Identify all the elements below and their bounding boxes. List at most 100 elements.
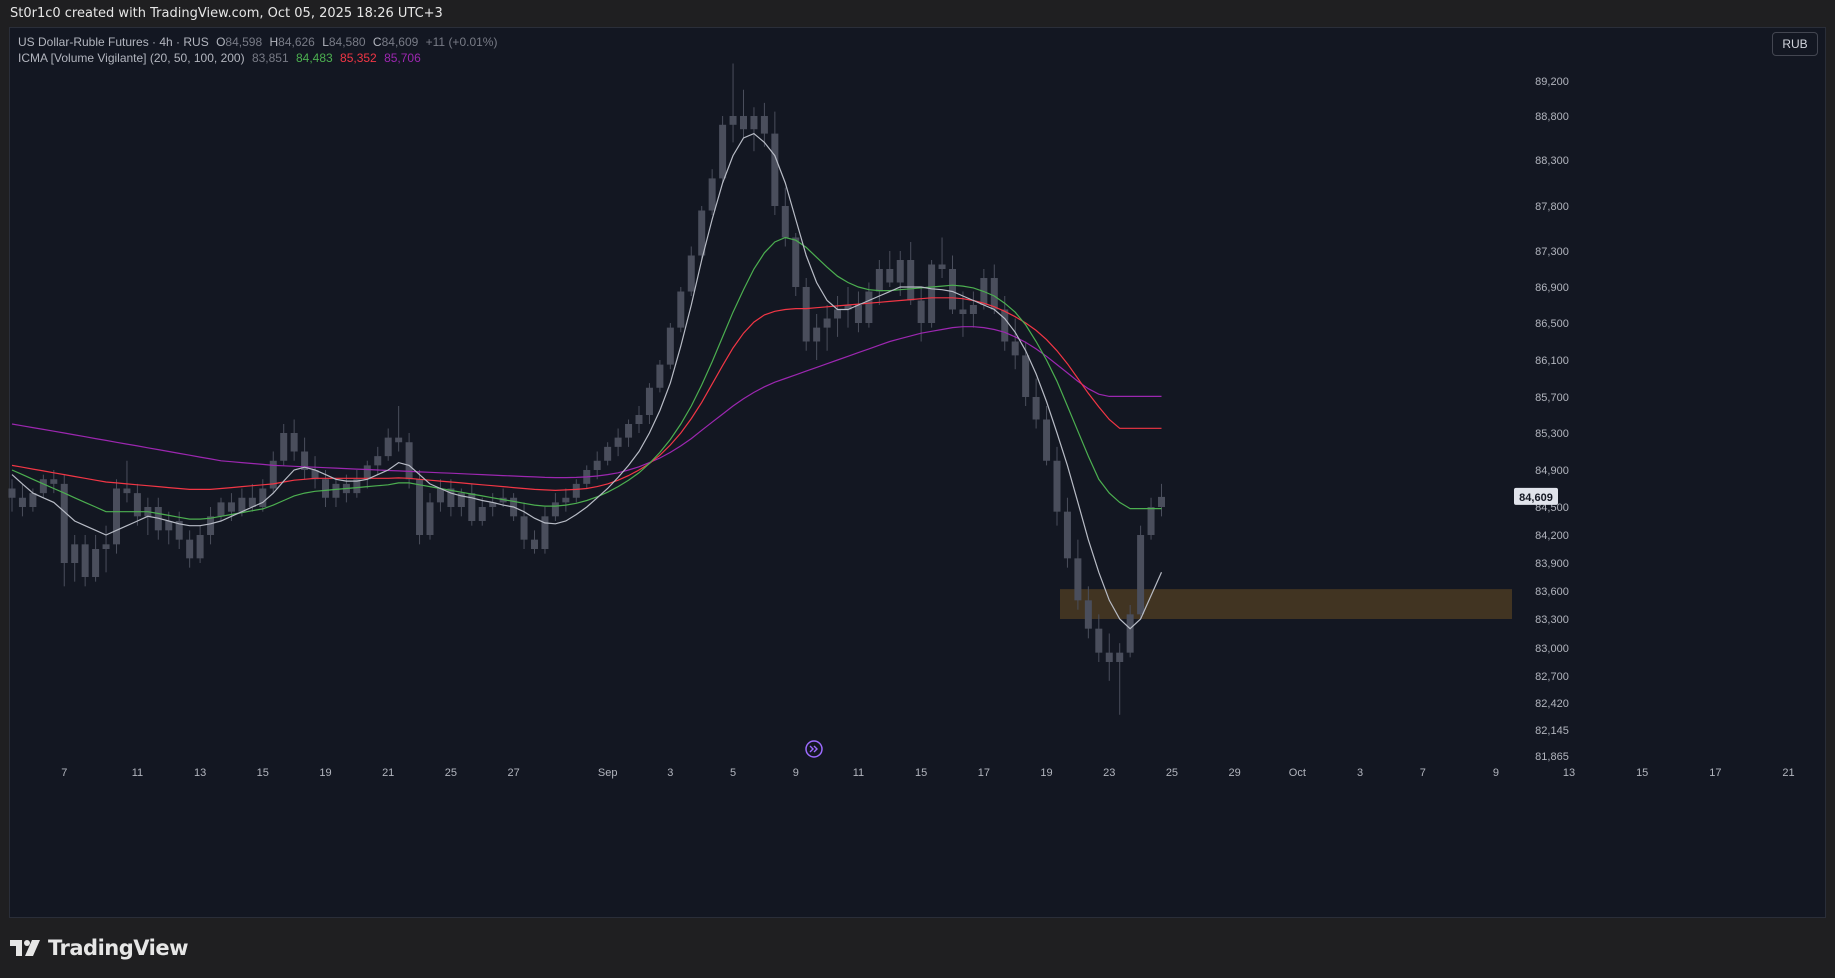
candle-body — [374, 456, 382, 466]
candle-body — [875, 269, 883, 292]
y-tick-label: 84,900 — [1535, 465, 1569, 477]
high-label: H — [269, 35, 279, 49]
x-tick-label: 9 — [793, 767, 799, 779]
y-tick-label: 82,145 — [1535, 725, 1569, 737]
candle-body — [677, 291, 685, 328]
tradingview-logo-icon — [10, 940, 40, 956]
candle-body — [740, 116, 747, 130]
candle-body — [1158, 496, 1165, 507]
candle-body — [395, 437, 403, 443]
candle-body — [1063, 511, 1071, 559]
candle-body — [322, 479, 329, 498]
candle-body — [1001, 309, 1009, 342]
x-tick-label: 29 — [1229, 767, 1241, 779]
x-tick-label: 7 — [61, 767, 67, 779]
scroll-to-realtime-icon[interactable] — [805, 740, 823, 758]
candle-body — [802, 287, 810, 342]
candle-body — [760, 116, 768, 134]
candle-body — [719, 124, 727, 179]
candle-body — [635, 415, 643, 424]
candle-body — [426, 502, 434, 535]
candle-body — [1084, 600, 1092, 629]
close-label: C — [372, 35, 382, 49]
candle-body — [520, 516, 528, 540]
y-tick-label: 88,300 — [1535, 155, 1569, 167]
y-tick-label: 82,700 — [1535, 671, 1569, 683]
candle-body — [165, 521, 173, 531]
tradingview-brand: TradingView — [48, 936, 188, 960]
candle-body — [614, 437, 622, 447]
y-tick-label: 82,420 — [1535, 698, 1569, 710]
y-tick-label: 83,900 — [1535, 558, 1569, 570]
candle-body — [280, 433, 288, 461]
candle-body — [290, 433, 298, 452]
low-label: L — [322, 35, 329, 49]
y-tick-label: 88,800 — [1535, 111, 1569, 123]
candle-body — [238, 497, 246, 512]
y-tick-label: 85,300 — [1535, 428, 1569, 440]
candle-body — [938, 264, 946, 269]
candle-body — [666, 327, 674, 365]
candle-body — [959, 309, 967, 314]
candle-body — [113, 488, 120, 545]
candle-body — [1022, 355, 1030, 397]
x-tick-label: 5 — [730, 767, 736, 779]
candle-body — [1126, 614, 1134, 653]
candle-body — [71, 544, 79, 563]
candle-body — [990, 278, 998, 310]
y-tick-label: 87,800 — [1535, 201, 1569, 213]
candle-body — [928, 264, 936, 323]
candle-body — [1011, 341, 1019, 356]
y-tick-label: 86,900 — [1535, 282, 1569, 294]
candle-body — [645, 387, 653, 415]
candle-body — [60, 483, 68, 563]
candle-body — [969, 305, 977, 314]
currency-button[interactable]: RUB — [1772, 32, 1818, 56]
y-tick-label: 83,300 — [1535, 614, 1569, 626]
x-tick-label: 23 — [1103, 767, 1115, 779]
ma100-line — [11, 297, 1162, 492]
candle-body — [750, 116, 758, 130]
symbol-title: US Dollar-Ruble Futures · 4h · RUS — [18, 35, 209, 49]
y-tick-label: 89,200 — [1535, 76, 1569, 88]
ma20-value: 83,851 — [251, 51, 289, 65]
candle-body — [217, 502, 225, 517]
y-tick-label: 83,600 — [1535, 586, 1569, 598]
candle-body — [81, 544, 89, 577]
candle-body — [384, 437, 392, 457]
candle-body — [781, 206, 789, 238]
x-tick-label: 3 — [667, 767, 673, 779]
candle-body — [1043, 419, 1051, 461]
x-tick-label: 15 — [257, 767, 269, 779]
candlestick-chart[interactable]: 89,200 88,800 88,300 87,800 87,300 86,900 86,5… — [0, 0, 1835, 978]
candle-body — [1053, 460, 1061, 512]
candle-body — [1116, 652, 1124, 662]
ma20-line — [11, 132, 1163, 630]
candle-body — [907, 260, 915, 301]
x-tick-label: 13 — [194, 767, 206, 779]
ma50-value: 84,483 — [295, 51, 333, 65]
change-value: +11 (+0.01%) — [425, 35, 498, 49]
tradingview-logo[interactable]: TradingView — [10, 936, 188, 960]
candle-body — [813, 327, 821, 342]
candle-body — [416, 479, 424, 535]
symbol-ohlc-row: US Dollar-Ruble Futures · 4h · RUS O84,5… — [18, 34, 497, 50]
x-tick-label: 27 — [507, 767, 519, 779]
x-tick-label: 19 — [1040, 767, 1052, 779]
indicator-name: ICMA [Volume Vigilante] (20, 50, 100, 20… — [18, 51, 245, 65]
y-tick-label: 85,700 — [1535, 392, 1569, 404]
candle-body — [729, 116, 737, 125]
x-tick-label: 21 — [1782, 767, 1794, 779]
x-tick-label: Oct — [1289, 767, 1306, 779]
candle-body — [405, 442, 413, 480]
y-tick-label: 86,100 — [1535, 355, 1569, 367]
low-value: 84,580 — [328, 35, 366, 49]
candle-body — [562, 497, 570, 503]
candle-body — [551, 502, 559, 517]
open-value: 84,598 — [225, 35, 263, 49]
candle-body — [949, 269, 956, 310]
candle-body — [896, 260, 904, 283]
candle-body — [133, 493, 141, 517]
candle-body — [102, 544, 110, 549]
candle-body — [39, 479, 47, 494]
